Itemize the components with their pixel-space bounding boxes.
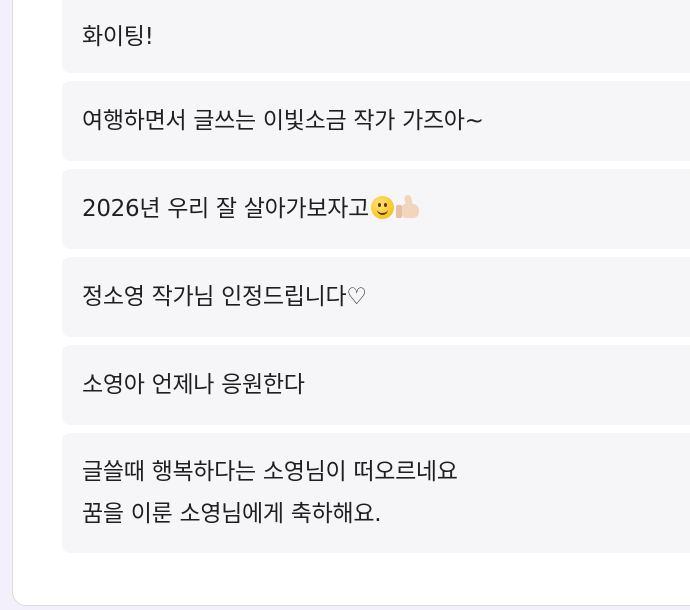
comment-text: 정소영 작가님 인정드립니다♡: [82, 284, 367, 310]
comments-panel: 화이팅! 여행하면서 글쓰는 이빛소금 작가 가즈아~ 2026년 우리 잘 살…: [12, 0, 690, 606]
comment-text: 여행하면서 글쓰는 이빛소금 작가 가즈아~: [82, 108, 484, 134]
comment-item: 소영아 언제나 응원한다: [62, 345, 690, 425]
thumbs-up-icon: [395, 194, 421, 219]
comment-text: 글쓸때 행복하다는 소영님이 떠오르네요 꿈을 이룬 소영님에게 축하해요.: [82, 451, 458, 535]
comment-item: 2026년 우리 잘 살아가보자고: [62, 169, 690, 249]
comment-text: 소영아 언제나 응원한다: [82, 372, 305, 398]
comment-item: 여행하면서 글쓰는 이빛소금 작가 가즈아~: [62, 81, 690, 161]
comment-item: 화이팅!: [62, 0, 690, 73]
comment-item: 정소영 작가님 인정드립니다♡: [62, 257, 690, 337]
comment-text-content: 2026년 우리 잘 살아가보자고: [82, 196, 369, 222]
comment-text: 2026년 우리 잘 살아가보자고: [82, 188, 421, 230]
comment-text: 화이팅!: [82, 24, 154, 50]
comment-line: 꿈을 이룬 소영님에게 축하해요.: [82, 501, 382, 527]
slightly-smiling-face-icon: [370, 196, 394, 219]
comment-item: 글쓸때 행복하다는 소영님이 떠오르네요 꿈을 이룬 소영님에게 축하해요.: [62, 433, 690, 553]
comment-line: 글쓸때 행복하다는 소영님이 떠오르네요: [82, 459, 458, 485]
